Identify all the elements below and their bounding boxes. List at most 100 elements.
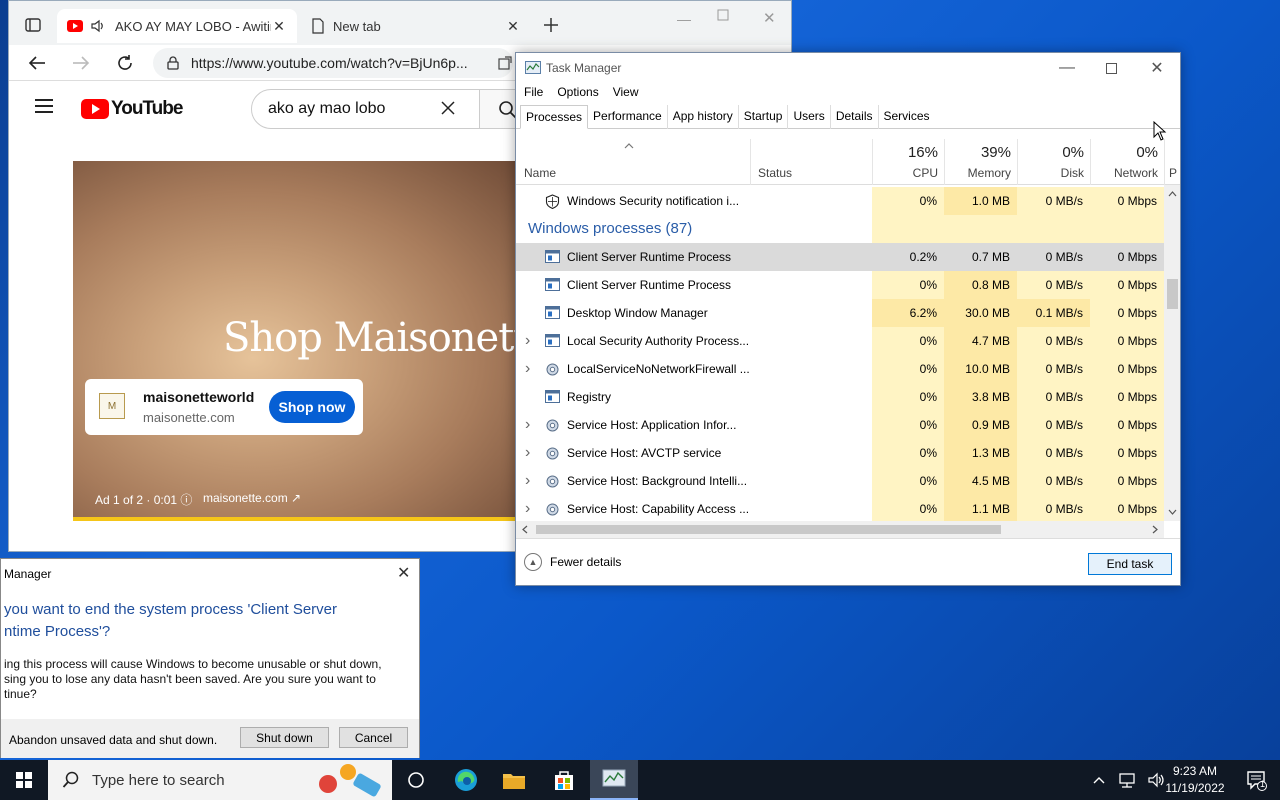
tab-youtube[interactable]: AKO AY MAY LOBO - Awitin ✕ (57, 9, 297, 43)
process-row[interactable]: Desktop Window Manager 6.2% 30.0 MB 0.1 MB/… (516, 299, 1164, 327)
expand-chevron-icon[interactable]: › (525, 411, 530, 439)
process-row[interactable]: Windows Security notification i... 0% 1.0 … (516, 187, 1164, 215)
close-icon[interactable]: ✕ (763, 9, 776, 27)
process-row[interactable]: Registry 0% 3.8 MB 0 MB/s 0 Mbps (516, 383, 1164, 411)
cancel-button[interactable]: Cancel (339, 727, 408, 748)
vertical-scroll-thumb[interactable] (1167, 279, 1178, 309)
group-header[interactable]: Windows processes (87) (516, 215, 1164, 243)
start-button[interactable] (0, 760, 48, 800)
expand-chevron-icon[interactable]: › (525, 467, 530, 495)
tab-performance[interactable]: Performance (588, 105, 668, 129)
close-tab-icon[interactable]: ✕ (505, 18, 521, 35)
column-memory[interactable]: 39% Memory (944, 139, 1017, 185)
process-row[interactable]: Client Server Runtime Process 0.2% 0.7 MB 0… (516, 243, 1164, 271)
expand-chevron-icon[interactable]: › (525, 495, 530, 521)
ad-site-link[interactable]: maisonette.com ↗ (203, 491, 301, 505)
process-cpu: 0% (872, 411, 944, 439)
expand-chevron-icon[interactable]: › (525, 327, 530, 355)
show-hidden-icons-icon[interactable] (1092, 775, 1106, 785)
menu-options[interactable]: Options (557, 85, 598, 103)
process-row[interactable]: › Local Security Authority Process... 0% 4.… (516, 327, 1164, 355)
new-tab-icon[interactable] (539, 13, 563, 37)
process-row[interactable]: › Service Host: AVCTP service 0% 1.3 MB 0 MB… (516, 439, 1164, 467)
scroll-up-icon[interactable] (1164, 187, 1181, 201)
edge-icon[interactable] (442, 760, 490, 800)
menu-view[interactable]: View (613, 85, 639, 103)
refresh-icon[interactable] (113, 51, 137, 75)
fewer-details-button[interactable]: ▲ Fewer details (524, 553, 621, 571)
column-disk[interactable]: 0% Disk (1017, 139, 1090, 185)
lock-icon[interactable] (167, 56, 179, 70)
process-row[interactable]: › Service Host: Background Intelli... 0% 4.… (516, 467, 1164, 495)
process-list: Windows Security notification i... 0% 1.0 … (516, 185, 1164, 521)
url-field[interactable]: https://www.youtube.com/watch?v=BjUn6p..… (153, 48, 513, 78)
process-name: Service Host: AVCTP service (567, 446, 722, 460)
scroll-down-icon[interactable] (1164, 505, 1181, 519)
store-icon[interactable] (540, 760, 588, 800)
tab-bar: Processes Performance App history Startu… (520, 105, 935, 129)
file-explorer-icon[interactable] (490, 760, 538, 800)
clear-search-icon[interactable] (440, 100, 456, 116)
sort-chevron-icon[interactable] (624, 143, 634, 149)
power-label: P (1169, 166, 1178, 180)
process-row[interactable]: Client Server Runtime Process 0% 0.8 MB 0 M… (516, 271, 1164, 299)
tab-details[interactable]: Details (831, 105, 879, 129)
task-manager-taskbar-icon[interactable] (590, 760, 638, 800)
youtube-logo[interactable]: YouTube (81, 98, 183, 120)
gear-icon (545, 502, 560, 516)
tab-actions-icon[interactable] (21, 13, 45, 37)
vertical-scrollbar[interactable] (1164, 185, 1181, 521)
ad-progress-bar[interactable] (73, 517, 523, 521)
close-tab-icon[interactable]: ✕ (271, 18, 287, 35)
shut-down-button[interactable]: Shut down (240, 727, 329, 748)
maximize-icon[interactable] (717, 9, 729, 21)
maximize-icon[interactable] (1088, 53, 1134, 83)
expand-chevron-icon[interactable]: › (525, 355, 530, 383)
process-name: Local Security Authority Process... (567, 334, 750, 348)
process-cpu: 0% (872, 467, 944, 495)
network-icon[interactable] (1118, 772, 1136, 788)
scroll-left-icon[interactable] (518, 521, 532, 538)
back-icon[interactable] (25, 51, 49, 75)
process-name: Service Host: Background Intelli... (567, 474, 748, 488)
clock[interactable]: 9:23 AM 11/19/2022 (1160, 763, 1230, 797)
process-row[interactable]: › Service Host: Capability Access ... 0% 1.… (516, 495, 1164, 521)
tab-app-history[interactable]: App history (668, 105, 739, 129)
tab-users[interactable]: Users (788, 105, 831, 129)
video-player[interactable]: Shop Maisonette.com M maisonetteworld ma… (73, 161, 523, 519)
tab-processes[interactable]: Processes (520, 105, 589, 129)
close-icon[interactable]: ✕ (397, 563, 410, 583)
hamburger-menu-icon[interactable] (35, 99, 53, 113)
shop-now-button[interactable]: Shop now (269, 391, 355, 423)
notification-center-icon[interactable]: 1 (1236, 760, 1276, 800)
expand-chevron-icon[interactable]: › (525, 439, 530, 467)
process-disk: 0 MB/s (1017, 355, 1090, 383)
memory-label: Memory (967, 166, 1011, 180)
horizontal-scroll-thumb[interactable] (536, 525, 1001, 534)
tab-startup[interactable]: Startup (739, 105, 789, 129)
column-name[interactable]: Name (524, 166, 556, 180)
taskbar-search[interactable]: Type here to search (48, 760, 392, 800)
column-cpu[interactable]: 16% CPU (872, 139, 944, 185)
open-in-new-icon[interactable] (493, 51, 517, 75)
scroll-right-icon[interactable] (1148, 521, 1162, 538)
close-icon[interactable]: ✕ (1134, 53, 1180, 83)
process-row[interactable]: › Service Host: Application Infor... 0% 0.9… (516, 411, 1164, 439)
minimize-icon[interactable]: — (677, 11, 691, 27)
minimize-icon[interactable]: — (1044, 53, 1090, 83)
ad-info[interactable]: Ad 1 of 2 · 0:01 ⓘ (95, 491, 192, 508)
ad-card[interactable]: M maisonetteworld maisonette.com Shop no… (85, 379, 363, 435)
forward-icon[interactable] (69, 51, 93, 75)
process-row[interactable]: › LocalServiceNoNetworkFirewall ... 0% 10.0… (516, 355, 1164, 383)
speaker-icon[interactable] (91, 19, 107, 33)
end-task-button[interactable]: End task (1088, 553, 1172, 575)
column-power[interactable]: P (1164, 139, 1180, 185)
task-view-icon[interactable] (392, 760, 440, 800)
process-cpu: 0% (872, 327, 944, 355)
abandon-data-checkbox-label[interactable]: Abandon unsaved data and shut down. (9, 733, 217, 747)
menu-file[interactable]: File (524, 85, 543, 103)
tab-new-tab[interactable]: New tab ✕ (301, 9, 531, 43)
column-status[interactable]: Status (758, 166, 792, 180)
tab-services[interactable]: Services (879, 105, 935, 129)
column-network[interactable]: 0% Network (1090, 139, 1164, 185)
